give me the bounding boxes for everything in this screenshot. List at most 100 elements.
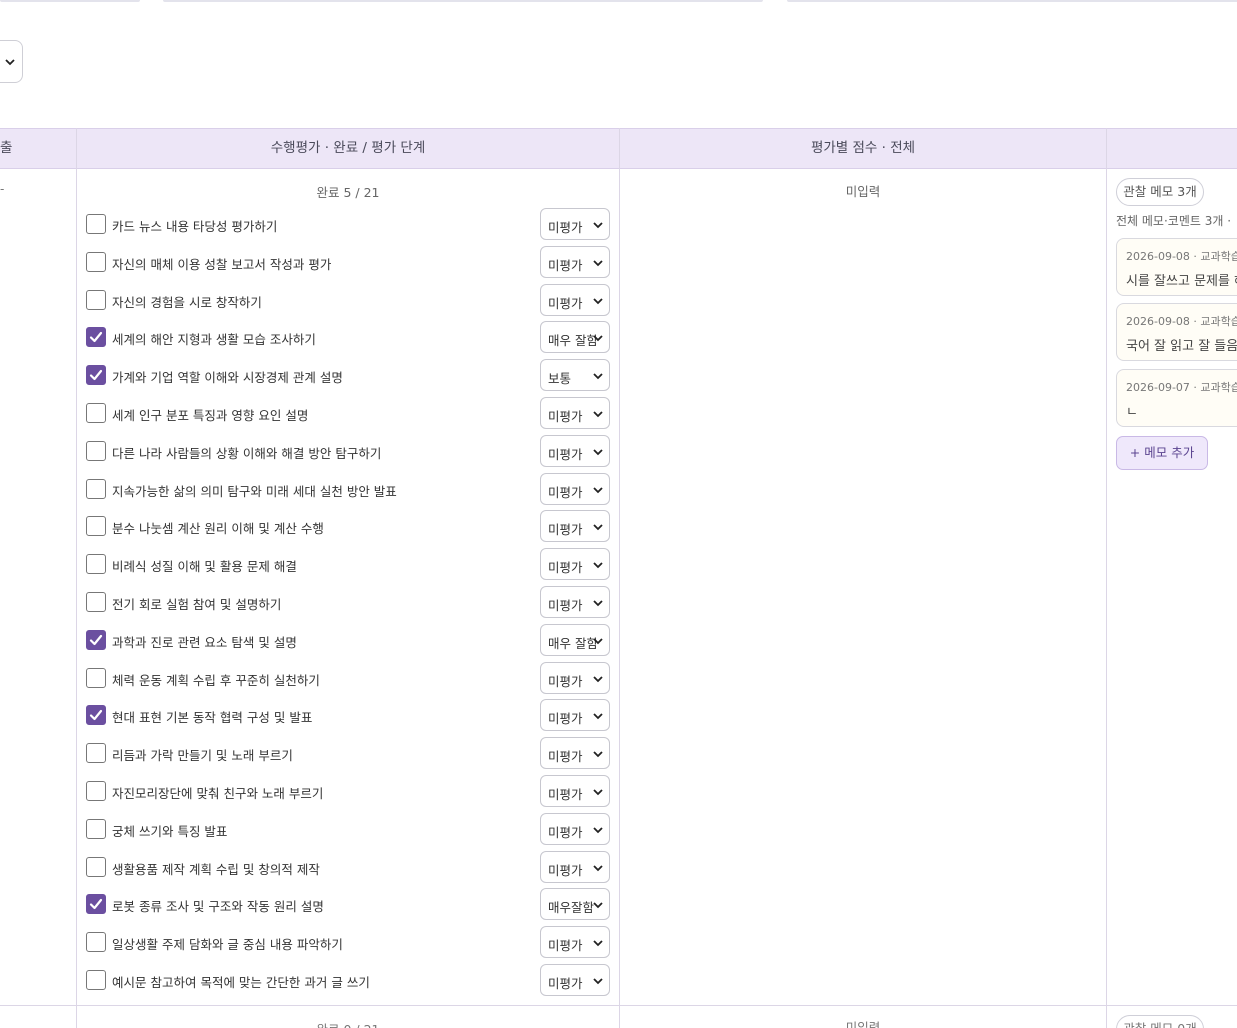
header-submit: 출 (0, 140, 13, 156)
evaluation-level-select[interactable]: 미평가 (540, 813, 610, 845)
column-divider (619, 128, 620, 1028)
evaluation-level-select[interactable]: 미평가 (540, 662, 610, 694)
task-checkbox[interactable] (86, 668, 106, 688)
evaluation-level-select[interactable]: 미평가 (540, 435, 610, 467)
evaluation-level-select[interactable]: 미평가 (540, 964, 610, 996)
task-label: 전기 회로 실험 참여 및 설명하기 (112, 597, 282, 612)
evaluation-level-select[interactable]: 미평가 (540, 775, 610, 807)
task-row: 궁체 쓰기와 특징 발표 미평가 (86, 813, 610, 845)
evaluation-level-select[interactable]: 매우 잘함 (540, 321, 610, 353)
chevron-down-icon (593, 865, 603, 872)
task-checkbox[interactable] (86, 252, 106, 272)
task-checkbox[interactable] (86, 479, 106, 499)
evaluation-level-select[interactable]: 미평가 (540, 284, 610, 316)
task-checkbox[interactable] (86, 554, 106, 574)
evaluation-level-select[interactable]: 미평가 (540, 737, 610, 769)
task-checkbox[interactable] (86, 327, 106, 347)
evaluation-level-select[interactable]: 미평가 (540, 699, 610, 731)
task-checkbox[interactable] (86, 214, 106, 234)
evaluation-level-value: 매우 잘함 (548, 333, 596, 348)
task-label: 체력 운동 계획 수립 후 꾸준히 실천하기 (112, 673, 320, 688)
task-label: 자진모리장단에 맞춰 친구와 노래 부르기 (112, 786, 324, 801)
task-label: 자신의 경험을 시로 창작하기 (112, 295, 262, 310)
task-row: 분수 나눗셈 계산 원리 이해 및 계산 수행 미평가 (86, 510, 610, 542)
chevron-down-icon (593, 940, 603, 947)
task-checkbox[interactable] (86, 516, 106, 536)
chevron-down-icon (593, 562, 603, 569)
task-label: 세계 인구 분포 특징과 영향 요인 설명 (112, 408, 309, 423)
evaluation-level-select[interactable]: 미평가 (540, 473, 610, 505)
evaluation-level-value: 미평가 (548, 409, 583, 424)
task-checkbox[interactable] (86, 781, 106, 801)
task-label: 지속가능한 삶의 의미 탐구와 미래 세대 실천 방안 발표 (112, 484, 397, 499)
task-checkbox[interactable] (86, 970, 106, 990)
evaluation-level-select[interactable]: 미평가 (540, 548, 610, 580)
memo-card[interactable]: 2026-09-08 · 교과학습 국어 잘 읽고 잘 들음 (1116, 303, 1237, 361)
memo-card[interactable]: 2026-09-08 · 교과학습 시를 잘쓰고 문제를 해 (1116, 238, 1237, 296)
filter-select[interactable] (0, 40, 23, 83)
task-checkbox[interactable] (86, 743, 106, 763)
memo-text: 국어 잘 읽고 잘 들음 (1126, 339, 1237, 354)
evaluation-level-select[interactable]: 미평가 (540, 246, 610, 278)
add-memo-button[interactable]: + 메모 추가 (1116, 436, 1208, 470)
chevron-down-icon (593, 638, 603, 645)
chevron-down-icon (593, 373, 603, 380)
evaluation-level-value: 미평가 (548, 560, 583, 575)
task-row: 전기 회로 실험 참여 및 설명하기 미평가 (86, 586, 610, 618)
task-checkbox[interactable] (86, 592, 106, 612)
task-row: 예시문 참고하여 목적에 맞는 간단한 과거 글 쓰기 미평가 (86, 964, 610, 996)
task-row: 가계와 기업 역할 이해와 시장경제 관계 설명 보통 (86, 359, 610, 391)
task-checkbox[interactable] (86, 403, 106, 423)
evaluation-level-value: 미평가 (548, 598, 583, 613)
memo-card[interactable]: 2026-09-07 · 교과학습 ㄴ (1116, 369, 1237, 427)
submit-status: - (0, 182, 5, 196)
top-field-1 (0, 0, 140, 2)
evaluation-level-select[interactable]: 미평가 (540, 510, 610, 542)
evaluation-level-select[interactable]: 미평가 (540, 208, 610, 240)
evaluation-level-value: 미평가 (548, 522, 583, 537)
observation-memo-button[interactable]: 관찰 메모 0개 (1116, 1015, 1204, 1028)
evaluation-level-value: 미평가 (548, 296, 583, 311)
task-checkbox[interactable] (86, 819, 106, 839)
chevron-down-icon (593, 751, 603, 758)
task-row: 지속가능한 삶의 의미 탐구와 미래 세대 실천 방안 발표 미평가 (86, 473, 610, 505)
evaluation-level-value: 미평가 (548, 447, 583, 462)
task-label: 분수 나눗셈 계산 원리 이해 및 계산 수행 (112, 521, 324, 536)
task-checkbox[interactable] (86, 857, 106, 877)
observation-memo-button[interactable]: 관찰 메모 3개 (1116, 178, 1204, 206)
score-status: 미입력 (845, 184, 881, 199)
task-label: 과학과 진로 관련 요소 탐색 및 설명 (112, 635, 297, 650)
chevron-down-icon (593, 902, 603, 909)
evaluation-level-select[interactable]: 보통 (540, 359, 610, 391)
header-tasks: 수행평가 · 완료 / 평가 단계 (270, 140, 426, 156)
task-label: 예시문 참고하여 목적에 맞는 간단한 과거 글 쓰기 (112, 975, 370, 990)
task-checkbox[interactable] (86, 705, 106, 725)
evaluation-level-value: 미평가 (548, 674, 583, 689)
evaluation-level-select[interactable]: 매우 잘함 (540, 624, 610, 656)
task-checkbox[interactable] (86, 932, 106, 952)
memo-summary: 전체 메모·코멘트 3개 · (1116, 214, 1232, 228)
evaluation-level-select[interactable]: 미평가 (540, 586, 610, 618)
task-row: 세계의 해안 지형과 생활 모습 조사하기 매우 잘함 (86, 321, 610, 353)
memo-meta: 2026-09-07 · 교과학습 (1126, 381, 1237, 394)
top-field-3 (787, 0, 1237, 2)
evaluation-level-select[interactable]: 매우잘함 (540, 888, 610, 920)
column-divider (1106, 128, 1107, 1028)
chevron-down-icon (593, 335, 603, 342)
chevron-down-icon (593, 827, 603, 834)
task-checkbox[interactable] (86, 290, 106, 310)
evaluation-level-select[interactable]: 미평가 (540, 397, 610, 429)
task-checkbox[interactable] (86, 894, 106, 914)
evaluation-level-select[interactable]: 미평가 (540, 851, 610, 883)
task-row: 비례식 성질 이해 및 활용 문제 해결 미평가 (86, 548, 610, 580)
task-label: 카드 뉴스 내용 타당성 평가하기 (112, 219, 278, 234)
evaluation-level-select[interactable]: 미평가 (540, 926, 610, 958)
task-label: 궁체 쓰기와 특징 발표 (112, 824, 228, 839)
task-label: 생활용품 제작 계획 수립 및 창의적 제작 (112, 862, 320, 877)
task-label: 세계의 해안 지형과 생활 모습 조사하기 (112, 332, 316, 347)
task-checkbox[interactable] (86, 630, 106, 650)
task-checkbox[interactable] (86, 441, 106, 461)
memo-meta: 2026-09-08 · 교과학습 (1126, 315, 1237, 328)
task-checkbox[interactable] (86, 365, 106, 385)
evaluation-level-value: 매우잘함 (548, 900, 595, 915)
